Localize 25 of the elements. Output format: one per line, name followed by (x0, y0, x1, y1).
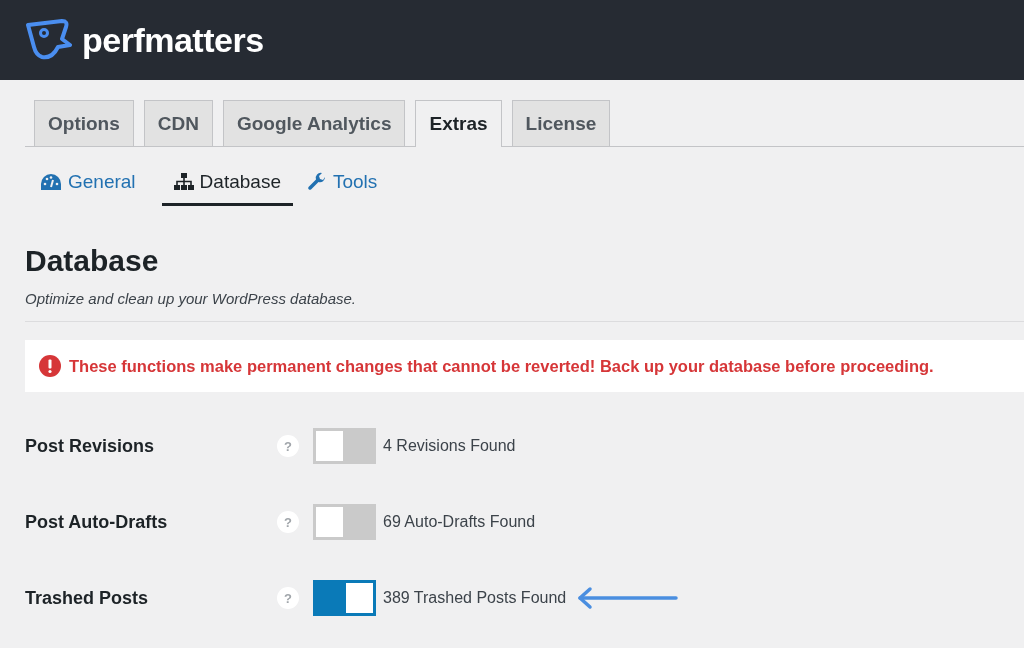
subtab[interactable]: General (40, 163, 148, 206)
warning-icon (39, 355, 61, 377)
status-text: 4 Revisions Found (383, 437, 516, 455)
option-label: Post Revisions (25, 435, 156, 457)
toggle-switch[interactable] (313, 504, 376, 540)
tab[interactable]: License (511, 100, 611, 146)
tab[interactable]: CDN (143, 100, 213, 146)
option-label: Trashed Posts (25, 587, 150, 609)
status-text: 69 Auto-Drafts Found (383, 513, 536, 531)
wrench-icon (306, 172, 327, 192)
section-description: Optimize and clean up your WordPress database. (25, 290, 357, 307)
warning-text: These functions make permanent changes that cannot be reverted! Back up your database before proceeding. (69, 356, 934, 376)
tab[interactable]: Options (34, 100, 134, 146)
sitemap-icon (173, 173, 194, 191)
brand-name: perfmatters (82, 20, 264, 60)
toggle-switch[interactable] (313, 580, 376, 616)
subtab[interactable]: Database (161, 163, 293, 206)
subtab[interactable]: Tools (306, 163, 390, 206)
toggle-switch[interactable] (313, 428, 376, 464)
tab[interactable]: Extras (415, 100, 502, 147)
section-title: Database (25, 244, 160, 278)
gauge-icon (40, 173, 62, 191)
tab[interactable]: Google Analytics (222, 100, 406, 146)
option-label: Post Auto-Drafts (25, 511, 169, 533)
status-text: 389 Trashed Posts Found (383, 589, 567, 607)
